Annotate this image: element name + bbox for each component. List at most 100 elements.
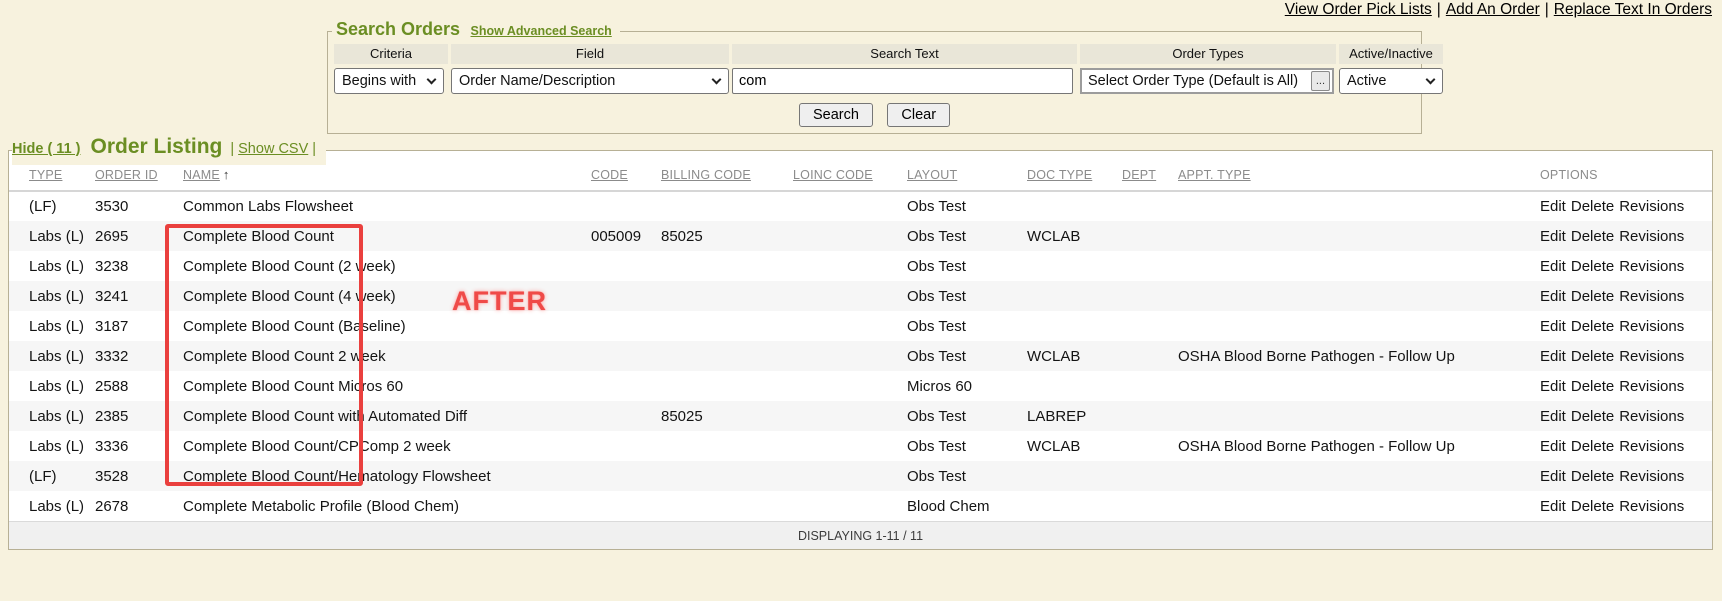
edit-link[interactable]: Edit — [1540, 438, 1566, 455]
code-cell: 005009 — [591, 221, 661, 251]
loinc-code-cell — [793, 281, 907, 311]
annotation-rectangle — [165, 224, 363, 486]
search-orders-legend: Search Orders Show Advanced Search — [332, 19, 620, 40]
revisions-link[interactable]: Revisions — [1619, 498, 1684, 515]
type-cell: Labs (L) — [9, 431, 95, 461]
edit-link[interactable]: Edit — [1540, 198, 1566, 215]
show-advanced-search-link[interactable]: Show Advanced Search — [471, 24, 612, 38]
loinc-code-cell — [793, 221, 907, 251]
search-button[interactable]: Search — [799, 103, 873, 127]
edit-link[interactable]: Edit — [1540, 228, 1566, 245]
replace-text-in-orders-link[interactable]: Replace Text In Orders — [1554, 1, 1712, 18]
edit-link[interactable]: Edit — [1540, 378, 1566, 395]
order-type-value: Select Order Type (Default is All) — [1088, 73, 1298, 89]
loinc-code-cell — [793, 341, 907, 371]
delete-link[interactable]: Delete — [1571, 408, 1614, 425]
chevron-down-icon — [427, 75, 437, 85]
col-header-code[interactable]: CODE — [591, 151, 661, 191]
revisions-link[interactable]: Revisions — [1619, 258, 1684, 275]
edit-link[interactable]: Edit — [1540, 258, 1566, 275]
search-column-headers: Criteria Field Search Text Order Types A… — [334, 44, 1415, 64]
delete-link[interactable]: Delete — [1571, 438, 1614, 455]
revisions-link[interactable]: Revisions — [1619, 468, 1684, 485]
options-cell: Edit Delete Revisions — [1540, 191, 1712, 221]
options-cell: Edit Delete Revisions — [1540, 311, 1712, 341]
options-cell: Edit Delete Revisions — [1540, 221, 1712, 251]
revisions-link[interactable]: Revisions — [1619, 198, 1684, 215]
revisions-link[interactable]: Revisions — [1619, 348, 1684, 365]
doc-type-cell — [1027, 191, 1122, 221]
type-cell: Labs (L) — [9, 341, 95, 371]
dept-cell — [1122, 371, 1178, 401]
revisions-link[interactable]: Revisions — [1619, 408, 1684, 425]
revisions-link[interactable]: Revisions — [1619, 288, 1684, 305]
options-cell: Edit Delete Revisions — [1540, 281, 1712, 311]
col-header-doc-type[interactable]: DOC TYPE — [1027, 151, 1122, 191]
paging-status: DISPLAYING 1-11 / 11 — [9, 521, 1712, 549]
active-inactive-select[interactable]: Active — [1339, 68, 1443, 94]
type-cell: Labs (L) — [9, 281, 95, 311]
field-header: Field — [451, 44, 729, 64]
billing-code-cell: 85025 — [661, 221, 793, 251]
revisions-link[interactable]: Revisions — [1619, 318, 1684, 335]
field-select[interactable]: Order Name/Description — [451, 68, 729, 94]
col-header-layout[interactable]: LAYOUT — [907, 151, 1027, 191]
delete-link[interactable]: Delete — [1571, 228, 1614, 245]
edit-link[interactable]: Edit — [1540, 498, 1566, 515]
delete-link[interactable]: Delete — [1571, 348, 1614, 365]
loinc-code-cell — [793, 311, 907, 341]
search-text-input[interactable] — [732, 68, 1073, 94]
order-type-browse-button[interactable]: ... — [1311, 71, 1330, 91]
code-cell — [591, 461, 661, 491]
code-cell — [591, 371, 661, 401]
delete-link[interactable]: Delete — [1571, 288, 1614, 305]
layout-cell: Micros 60 — [907, 371, 1027, 401]
delete-link[interactable]: Delete — [1571, 318, 1614, 335]
chevron-down-icon — [1426, 75, 1436, 85]
pipe-separator: | — [230, 141, 234, 157]
criteria-select[interactable]: Begins with — [334, 68, 444, 94]
col-header-appt-type[interactable]: APPT. TYPE — [1178, 151, 1540, 191]
layout-cell: Obs Test — [907, 221, 1027, 251]
delete-link[interactable]: Delete — [1571, 498, 1614, 515]
hide-listing-link[interactable]: Hide ( 11 ) — [12, 141, 81, 157]
revisions-link[interactable]: Revisions — [1619, 378, 1684, 395]
options-cell: Edit Delete Revisions — [1540, 371, 1712, 401]
active-inactive-value: Active — [1347, 73, 1387, 89]
revisions-link[interactable]: Revisions — [1619, 438, 1684, 455]
edit-link[interactable]: Edit — [1540, 288, 1566, 305]
billing-code-cell — [661, 491, 793, 521]
delete-link[interactable]: Delete — [1571, 378, 1614, 395]
loinc-code-cell — [793, 371, 907, 401]
add-an-order-link[interactable]: Add An Order — [1446, 1, 1540, 18]
table-row: (LF)3530Common Labs FlowsheetObs TestEdi… — [9, 191, 1712, 221]
edit-link[interactable]: Edit — [1540, 318, 1566, 335]
col-header-loinc-code[interactable]: LOINC CODE — [793, 151, 907, 191]
col-header-billing-code[interactable]: BILLING CODE — [661, 151, 793, 191]
link-separator: | — [1545, 1, 1549, 18]
order-listing-heading: Hide ( 11 ) Order Listing |Show CSV| — [12, 135, 326, 165]
dept-cell — [1122, 191, 1178, 221]
billing-code-cell — [661, 431, 793, 461]
delete-link[interactable]: Delete — [1571, 198, 1614, 215]
doc-type-cell: LABREP — [1027, 401, 1122, 431]
delete-link[interactable]: Delete — [1571, 258, 1614, 275]
show-csv-link[interactable]: Show CSV — [238, 141, 308, 157]
col-header-dept[interactable]: DEPT — [1122, 151, 1178, 191]
code-cell — [591, 341, 661, 371]
search-orders-title: Search Orders — [336, 19, 460, 39]
revisions-link[interactable]: Revisions — [1619, 228, 1684, 245]
edit-link[interactable]: Edit — [1540, 468, 1566, 485]
dept-cell — [1122, 221, 1178, 251]
edit-link[interactable]: Edit — [1540, 408, 1566, 425]
type-cell: (LF) — [9, 191, 95, 221]
layout-cell: Blood Chem — [907, 491, 1027, 521]
clear-button[interactable]: Clear — [887, 103, 950, 127]
view-order-pick-lists-link[interactable]: View Order Pick Lists — [1285, 1, 1432, 18]
delete-link[interactable]: Delete — [1571, 468, 1614, 485]
billing-code-cell — [661, 311, 793, 341]
search-text-header: Search Text — [732, 44, 1077, 64]
edit-link[interactable]: Edit — [1540, 348, 1566, 365]
order-id-cell: 3530 — [95, 191, 183, 221]
order-type-picker[interactable]: Select Order Type (Default is All) ... — [1080, 68, 1334, 94]
